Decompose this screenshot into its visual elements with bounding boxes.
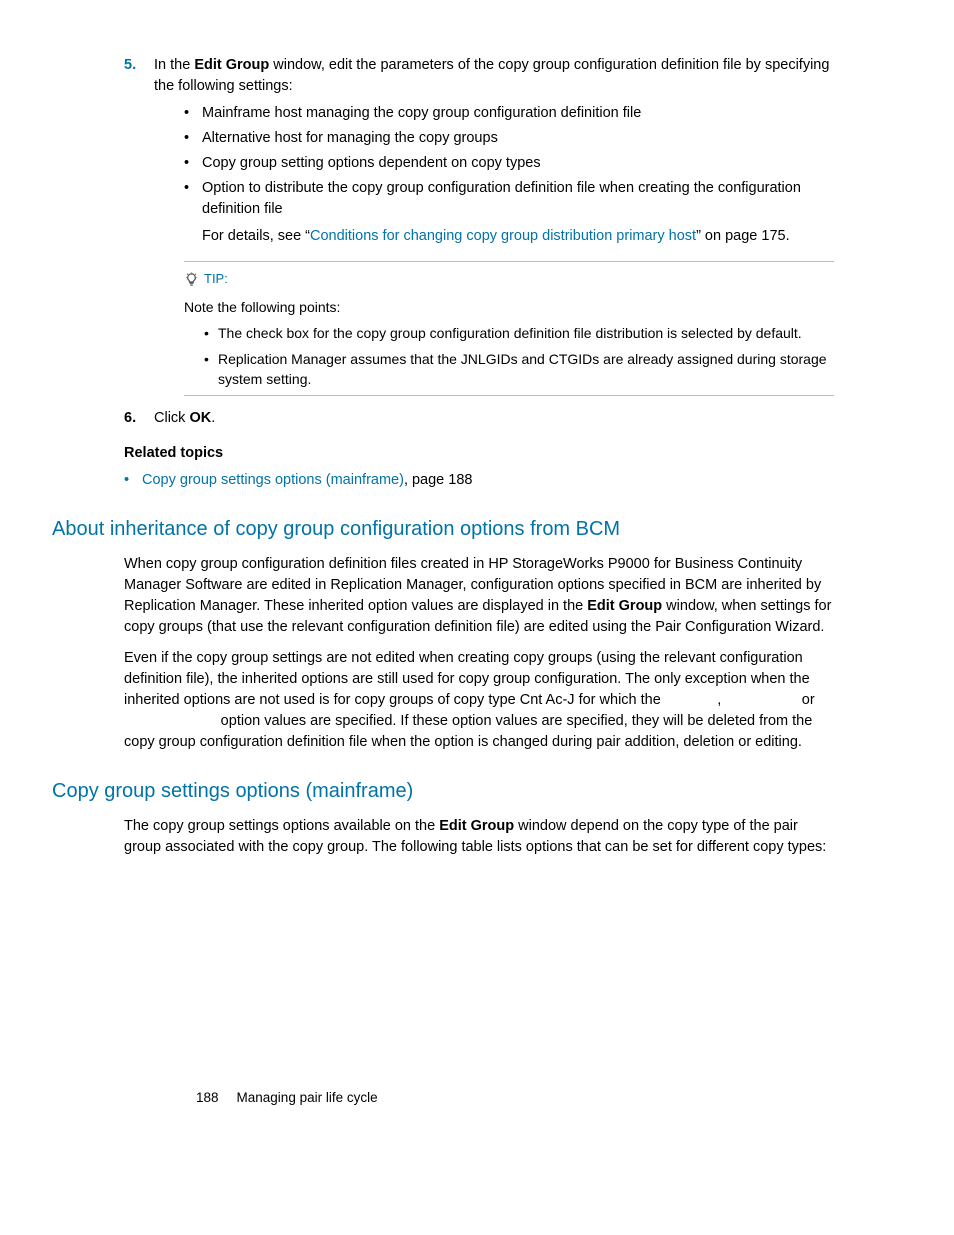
tip-box: TIP: Note the following points: The chec… (184, 261, 834, 396)
tip-heading: TIP: (184, 270, 834, 289)
bullet-item: Option to distribute the copy group conf… (184, 178, 834, 247)
cross-ref-link[interactable]: Conditions for changing copy group distr… (310, 228, 696, 244)
bullet-item: Mainframe host managing the copy group c… (184, 103, 834, 124)
related-topic-link[interactable]: Copy group settings options (mainframe) (142, 472, 404, 488)
step-5-bullets: Mainframe host managing the copy group c… (184, 103, 834, 247)
bullet-item: Alternative host for managing the copy g… (184, 128, 834, 149)
page-content: 5. In the Edit Group window, edit the pa… (124, 55, 834, 1108)
step-number: 6. (124, 408, 136, 429)
bullet-detail: For details, see “Conditions for changin… (202, 226, 834, 247)
divider (184, 395, 834, 396)
tip-body: Note the following points: The check box… (184, 297, 834, 389)
step-5-text: In the Edit Group window, edit the param… (154, 57, 829, 94)
related-topics-list: Copy group settings options (mainframe),… (124, 470, 834, 491)
numbered-steps: 5. In the Edit Group window, edit the pa… (124, 55, 834, 429)
tip-item: Replication Manager assumes that the JNL… (204, 349, 834, 390)
lightbulb-icon (184, 272, 199, 287)
step-number: 5. (124, 55, 136, 76)
footer-chapter-label: Managing pair life cycle (237, 1088, 378, 1108)
page-number: 188 (196, 1088, 219, 1108)
divider (184, 261, 834, 262)
related-topic-item: Copy group settings options (mainframe),… (124, 470, 834, 491)
section-heading-options: Copy group settings options (mainframe) (52, 777, 834, 806)
page-footer: 188 Managing pair life cycle (196, 1088, 834, 1108)
step-6-text: Click OK. (154, 410, 215, 426)
body-paragraph: The copy group settings options availabl… (124, 816, 834, 858)
tip-list: The check box for the copy group configu… (204, 323, 834, 389)
step-5: 5. In the Edit Group window, edit the pa… (124, 55, 834, 396)
step-6: 6. Click OK. (124, 408, 834, 429)
section-heading-inheritance: About inheritance of copy group configur… (52, 515, 834, 544)
tip-item: The check box for the copy group configu… (204, 323, 834, 343)
related-topics-heading: Related topics (124, 443, 834, 464)
tip-label: TIP: (204, 270, 228, 289)
body-paragraph: Even if the copy group settings are not … (124, 648, 834, 753)
bullet-item: Copy group setting options dependent on … (184, 153, 834, 174)
body-paragraph: When copy group configuration definition… (124, 554, 834, 638)
